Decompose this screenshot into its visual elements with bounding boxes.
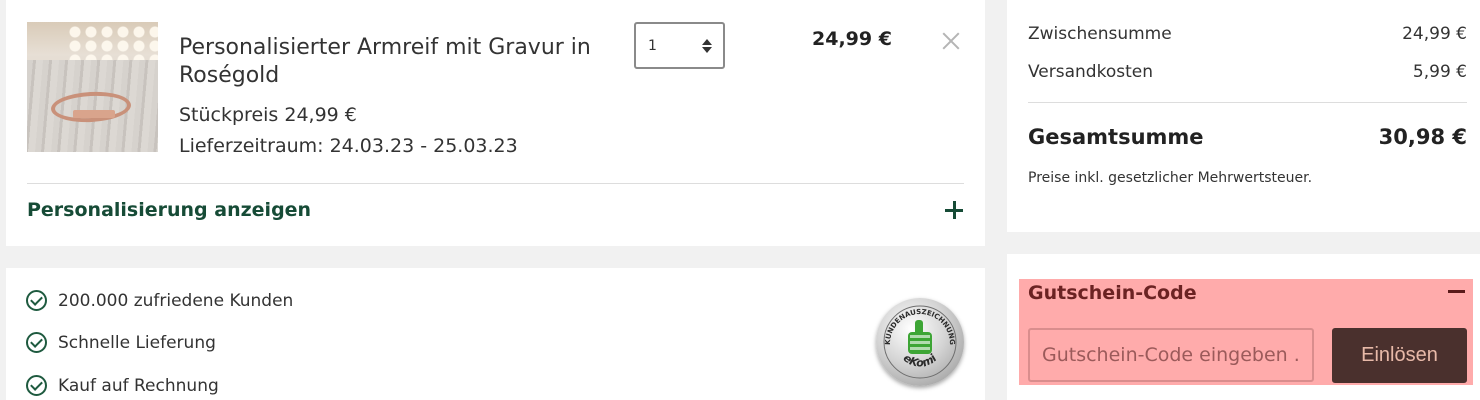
engraving-plate [73, 110, 115, 118]
quantity-value: 1 [648, 38, 657, 54]
unit-price: Stückpreis 24,99 € [179, 104, 357, 126]
show-personalization-toggle[interactable]: Personalisierung anzeigen [27, 199, 311, 221]
trust-item-label: 200.000 zufriedene Kunden [58, 290, 294, 311]
product-image[interactable] [27, 22, 158, 152]
total-label: Gesamtsumme [1028, 125, 1204, 149]
trust-item: Schnelle Lieferung [26, 332, 216, 353]
delivery-period: Lieferzeitraum: 24.03.23 - 25.03.23 [179, 135, 518, 157]
shipping-value: 5,99 € [1412, 62, 1467, 82]
pearls-decoration [67, 24, 158, 64]
product-title[interactable]: Personalisierter Armreif mit Gravur in R… [179, 34, 609, 90]
seal-bottom-text: eKomi [901, 351, 940, 370]
trust-card: 200.000 zufriedene Kunden Schnelle Liefe… [6, 268, 985, 400]
plus-icon[interactable] [945, 201, 963, 219]
line-price: 24,99 € [812, 28, 892, 50]
subtotal-value: 24,99 € [1402, 24, 1467, 44]
trust-item-label: Schnelle Lieferung [58, 332, 216, 353]
total-value: 30,98 € [1378, 125, 1467, 149]
check-circle-icon [26, 332, 47, 353]
check-circle-icon [26, 375, 47, 396]
divider [27, 183, 964, 184]
voucher-card: Gutschein-Code Einlösen [1007, 254, 1480, 400]
trust-item: 200.000 zufriedene Kunden [26, 290, 293, 311]
thumbs-up-icon: KUNDENAUSZEICHNUNG eKomi [883, 305, 957, 379]
svg-text:eKomi: eKomi [901, 351, 940, 370]
subtotal-label: Zwischensumme [1028, 24, 1172, 44]
divider [1028, 102, 1467, 103]
redeem-button[interactable]: Einlösen [1332, 328, 1467, 383]
minus-icon[interactable] [1448, 290, 1465, 293]
close-icon[interactable] [940, 30, 962, 52]
order-summary-card: Zwischensumme 24,99 € Versandkosten 5,99… [1007, 0, 1480, 232]
ekomi-seal[interactable]: KUNDENAUSZEICHNUNG eKomi [876, 298, 964, 386]
trust-item: Kauf auf Rechnung [26, 375, 219, 396]
trust-item-label: Kauf auf Rechnung [58, 375, 219, 396]
quantity-select[interactable]: 1 [634, 22, 725, 69]
voucher-title[interactable]: Gutschein-Code [1028, 282, 1197, 304]
vat-note: Preise inkl. gesetzlicher Mehrwertsteuer… [1028, 170, 1313, 186]
cart-item-card: Personalisierter Armreif mit Gravur in R… [6, 0, 985, 246]
updown-arrows-icon [701, 36, 713, 56]
check-circle-icon [26, 290, 47, 311]
voucher-code-input[interactable] [1028, 328, 1314, 382]
shipping-label: Versandkosten [1028, 62, 1153, 82]
